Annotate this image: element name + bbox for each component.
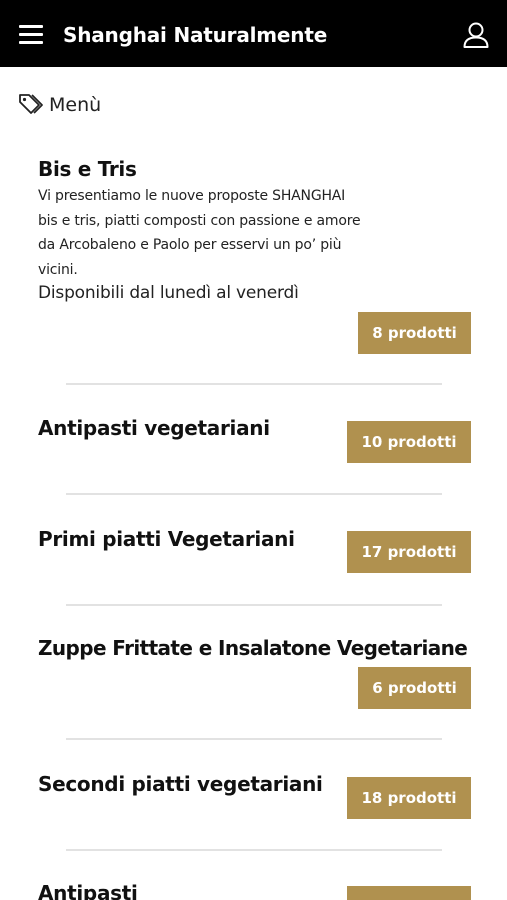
user-account-icon[interactable] (461, 20, 491, 50)
hamburger-menu-icon[interactable] (19, 25, 43, 45)
app-title: Shanghai Naturalmente (63, 23, 328, 47)
description-line: Vi presentiamo le nuove proposte SHANGHA… (38, 188, 346, 204)
category-description: Vi presentiamo le nuove proposte SHANGHA… (38, 184, 378, 282)
description-line: da Arcobaleno e Paolo per esservi un po’… (38, 237, 342, 253)
category-title[interactable]: Antipasti (38, 880, 138, 900)
divider (66, 493, 442, 495)
category-availability: Disponibili dal lunedì al venerdì (38, 283, 299, 303)
product-count-button[interactable]: 8 prodotti (358, 312, 471, 354)
divider (66, 604, 442, 606)
category-title[interactable]: Antipasti vegetariani (38, 415, 270, 441)
divider (66, 849, 442, 851)
divider (66, 738, 442, 740)
section-title: Menù (49, 94, 102, 116)
category-title[interactable]: Secondi piatti vegetariani (38, 771, 323, 797)
product-count-button[interactable]: 17 prodotti (347, 531, 471, 573)
description-line: bis e tris, piatti composti con passione… (38, 212, 361, 229)
category-title[interactable]: Bis e Tris (38, 156, 137, 182)
product-count-button[interactable]: 10 prodotti (347, 421, 471, 463)
product-count-button[interactable]: 6 prodotti (358, 667, 471, 709)
tag-icon (19, 94, 43, 114)
category-title[interactable]: Zuppe Frittate e Insalatone Vegetariane (38, 635, 468, 661)
divider (66, 383, 442, 385)
product-count-button[interactable]: 18 prodotti (347, 777, 471, 819)
app-bar: Shanghai Naturalmente (0, 0, 507, 67)
description-line: vicini. (38, 261, 78, 278)
product-count-button[interactable] (347, 886, 471, 900)
category-title[interactable]: Primi piatti Vegetariani (38, 526, 295, 552)
